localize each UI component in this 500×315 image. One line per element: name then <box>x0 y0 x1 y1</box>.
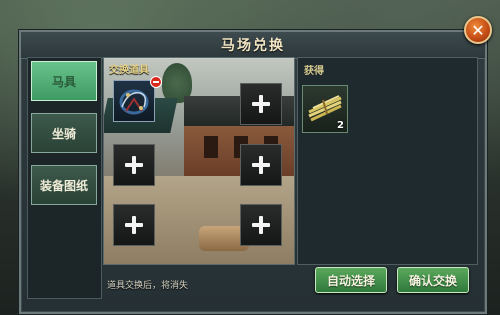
reward-item-slot[interactable]: 2 <box>302 85 348 133</box>
button-label: 确认交换 <box>408 273 457 288</box>
exchange-items-panel: 交换道具 <box>103 57 295 265</box>
close-button[interactable]: ✕ <box>464 16 492 44</box>
dialog-title: 马场兑换 <box>221 38 285 54</box>
tab-equipment-blueprints[interactable]: 装备图纸 <box>31 165 97 205</box>
tab-horse-gear[interactable]: 马具 <box>31 61 97 101</box>
tab-label: 马具 <box>51 74 76 89</box>
horse-gear-item-icon <box>119 89 149 115</box>
tab-label: 坐骑 <box>51 126 76 141</box>
exchange-slot-empty[interactable] <box>113 144 155 186</box>
exchange-slot-empty[interactable] <box>240 204 282 246</box>
reward-count: 2 <box>337 120 344 131</box>
exchange-slot-filled[interactable] <box>113 80 155 122</box>
plus-icon <box>125 156 143 174</box>
obtain-label: 获得 <box>304 66 324 77</box>
auto-select-button[interactable]: 自动选择 <box>315 267 387 293</box>
plus-icon <box>252 95 270 113</box>
exchange-items-label: 交换道具 <box>109 65 149 76</box>
button-label: 自动选择 <box>326 273 375 288</box>
obtain-panel: 获得 2 <box>297 57 478 265</box>
plus-icon <box>125 216 143 234</box>
tab-label: 装备图纸 <box>39 178 88 193</box>
exchange-slot-empty[interactable] <box>240 144 282 186</box>
category-tabs: 马具 坐骑 装备图纸 <box>27 57 102 299</box>
dialog-title-bar: 马场兑换 <box>21 32 485 59</box>
remove-item-icon[interactable] <box>150 76 162 88</box>
exchange-slot-empty[interactable] <box>113 204 155 246</box>
exchange-hint-text: 道具交换后，将消失 <box>107 281 189 291</box>
plus-icon <box>252 156 270 174</box>
plus-icon <box>252 216 270 234</box>
confirm-exchange-button[interactable]: 确认交换 <box>397 267 469 293</box>
tab-mounts[interactable]: 坐骑 <box>31 113 97 153</box>
close-icon: ✕ <box>471 20 485 40</box>
scene-window <box>204 136 218 158</box>
exchange-slot-empty[interactable] <box>240 83 282 125</box>
